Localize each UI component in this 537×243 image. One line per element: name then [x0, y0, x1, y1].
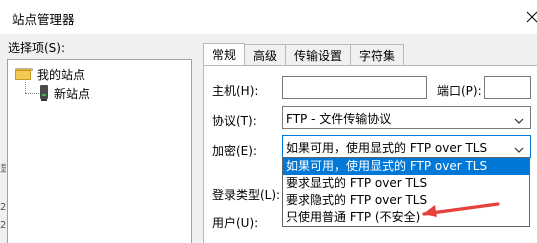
- user-label: 用户(U):: [212, 216, 259, 230]
- port-input[interactable]: [484, 76, 531, 99]
- encryption-option[interactable]: 要求显式的 FTP over TLS: [283, 175, 529, 192]
- encryption-select-value: 如果可用，使用显式的 FTP over TLS: [286, 141, 488, 155]
- tab-charset[interactable]: 字符集: [350, 44, 405, 65]
- background-window-glyph: 2: [0, 220, 6, 231]
- encryption-select[interactable]: 如果可用，使用显式的 FTP over TLS: [282, 135, 531, 158]
- tab-advanced[interactable]: 高级: [244, 44, 287, 65]
- port-label: 端口(P):: [437, 84, 482, 98]
- protocol-select-value: FTP - 文件传输协议: [286, 112, 392, 126]
- tab-transfer-settings[interactable]: 传输设置: [285, 44, 352, 65]
- tab-general[interactable]: 常规: [203, 43, 246, 65]
- host-input[interactable]: [282, 76, 427, 99]
- protocol-label: 协议(T):: [212, 114, 257, 128]
- protocol-select[interactable]: FTP - 文件传输协议: [282, 106, 531, 129]
- host-label: 主机(H):: [212, 84, 259, 98]
- tree-item-label: 新站点: [54, 86, 91, 101]
- background-window-glyph: 2: [0, 202, 6, 213]
- title-bar: 站点管理器: [0, 0, 537, 34]
- window-title: 站点管理器: [12, 12, 75, 27]
- tree-item-new-site[interactable]: 新站点: [40, 84, 90, 102]
- select-entry-label: 选择项(S):: [8, 41, 66, 55]
- chevron-down-icon: [514, 142, 524, 156]
- tab-strip: 常规 高级 传输设置 字符集: [203, 43, 405, 66]
- tree-connector: [25, 93, 39, 94]
- tree-item-my-sites[interactable]: 我的站点: [15, 65, 85, 83]
- annotation-arrow-icon: [422, 202, 500, 217]
- tree-item-label: 我的站点: [37, 67, 86, 82]
- server-icon: [40, 85, 48, 101]
- background-window-glyph: 显: [0, 164, 6, 175]
- tree-connector: [25, 82, 26, 93]
- chevron-down-icon: [514, 113, 524, 127]
- encryption-label: 加密(E):: [212, 144, 257, 158]
- encryption-option[interactable]: 如果可用，使用显式的 FTP over TLS: [283, 158, 529, 175]
- folder-icon: [15, 68, 33, 80]
- site-tree[interactable]: 我的站点 新站点: [7, 59, 192, 243]
- close-icon[interactable]: [525, 0, 537, 34]
- login-type-label: 登录类型(L):: [212, 188, 281, 202]
- site-manager-window: 站点管理器 显 2 2 选择项(S): 我的站点 新站点 常规 高级 传输设置 …: [0, 0, 537, 243]
